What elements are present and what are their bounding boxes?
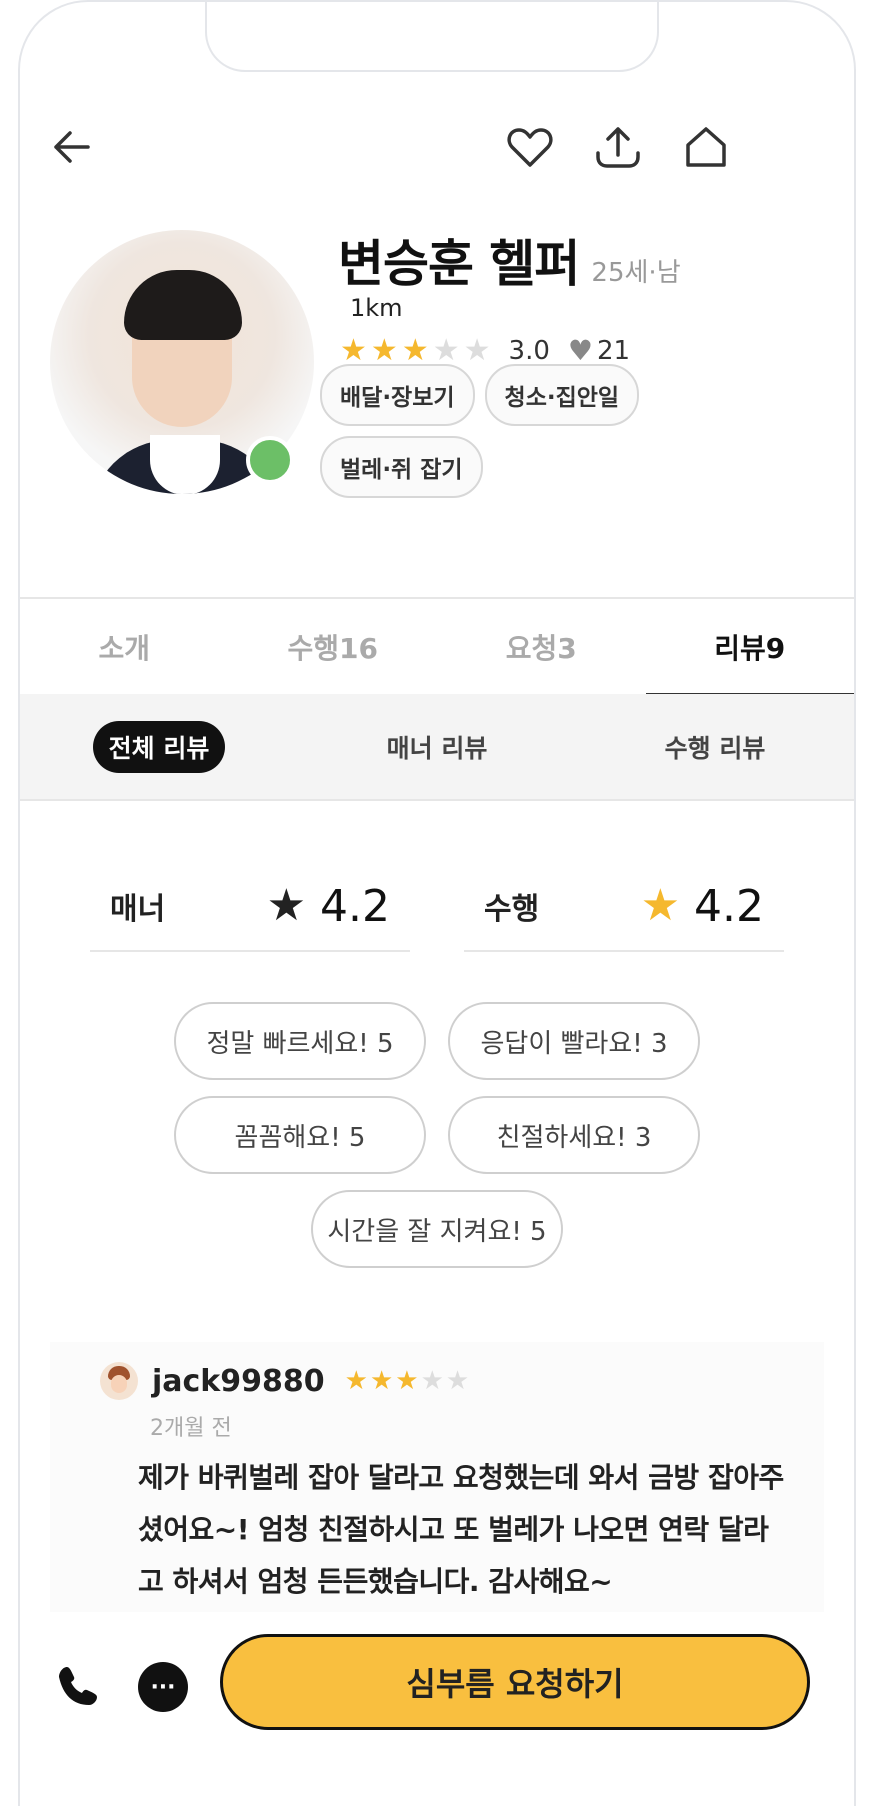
phone-icon bbox=[59, 1667, 97, 1705]
star-icon: ★ bbox=[432, 332, 460, 368]
online-status-dot bbox=[246, 436, 294, 484]
keyword-chip[interactable]: 응답이 빨라요! 3 bbox=[448, 1002, 700, 1080]
service-tags: 배달·장보기 청소·집안일 벌레·쥐 잡기 bbox=[320, 364, 700, 498]
manner-score: 매너 ★ 4.2 bbox=[90, 862, 410, 952]
home-button[interactable] bbox=[676, 117, 736, 177]
call-button[interactable] bbox=[50, 1658, 110, 1718]
score-summary: 매너 ★ 4.2 수행 ★ 4.2 bbox=[90, 862, 784, 952]
heart-icon bbox=[507, 128, 553, 167]
profile-section: 변승훈 헬퍼 25세·남 1km ★ ★ ★ ★ ★ 3.0 ♥ 21 배달·장… bbox=[20, 202, 854, 602]
star-icon: ★ bbox=[266, 880, 307, 931]
like-count: ♥ 21 bbox=[568, 334, 630, 367]
phone-notch bbox=[205, 2, 659, 72]
review-filter-tabs: 전체 리뷰 매너 리뷰 수행 리뷰 bbox=[20, 694, 854, 801]
like-count-value: 21 bbox=[597, 335, 631, 366]
keyword-chips: 정말 빠르세요! 5 응답이 빨라요! 3 꼼꼼해요! 5 친절하세요! 3 시… bbox=[20, 1002, 854, 1268]
manner-score-value: 4.2 bbox=[320, 880, 390, 932]
distance: 1km bbox=[350, 294, 403, 322]
performance-score-value-wrap: ★ 4.2 bbox=[641, 881, 764, 932]
review-text: 제가 바퀴벌레 잡아 달라고 요청했는데 와서 금방 잡아주셨어요~! 엄청 친… bbox=[138, 1461, 784, 1598]
chip-row: 정말 빠르세요! 5 응답이 빨라요! 3 bbox=[174, 1002, 700, 1080]
rating-row: ★ ★ ★ ★ ★ 3.0 ♥ 21 bbox=[340, 334, 630, 367]
phone-frame: 변승훈 헬퍼 25세·남 1km ★ ★ ★ ★ ★ 3.0 ♥ 21 배달·장… bbox=[18, 0, 856, 1806]
star-icon: ★ bbox=[463, 332, 491, 368]
arrow-left-icon bbox=[54, 131, 90, 163]
star-icon: ★ bbox=[370, 332, 398, 368]
performance-score: 수행 ★ 4.2 bbox=[464, 862, 784, 952]
subtab-manner-reviews[interactable]: 매너 리뷰 bbox=[371, 721, 504, 773]
star-icon: ★ bbox=[395, 1366, 419, 1396]
reviewer-id: jack99880 bbox=[152, 1363, 325, 1399]
chat-button[interactable]: ··· bbox=[138, 1662, 188, 1712]
star-icon: ★ bbox=[344, 1366, 368, 1396]
review-rating: ★ ★ ★ ★ ★ bbox=[345, 1368, 470, 1394]
keyword-chip[interactable]: 꼼꼼해요! 5 bbox=[174, 1096, 426, 1174]
star-icon: ★ bbox=[369, 1366, 394, 1396]
share-button[interactable] bbox=[588, 117, 648, 177]
home-icon bbox=[686, 127, 726, 167]
performance-score-label: 수행 bbox=[484, 892, 540, 927]
star-icon: ★ bbox=[445, 1366, 470, 1396]
keyword-chip[interactable]: 시간을 잘 지켜요! 5 bbox=[311, 1190, 563, 1268]
service-tag[interactable]: 청소·집안일 bbox=[484, 364, 640, 426]
service-tag[interactable]: 배달·장보기 bbox=[320, 364, 475, 426]
rating-value: 3.0 bbox=[508, 335, 550, 366]
review-date: 2개월 전 bbox=[150, 1416, 232, 1441]
share-upload-icon bbox=[596, 127, 640, 168]
top-bar bbox=[20, 117, 854, 187]
chip-row: 시간을 잘 지켜요! 5 bbox=[311, 1190, 563, 1268]
subtab-performance-reviews[interactable]: 수행 리뷰 bbox=[649, 721, 782, 773]
heart-filled-icon: ♥ bbox=[567, 334, 593, 367]
star-icon: ★ bbox=[401, 332, 429, 368]
reviewer-avatar bbox=[100, 1362, 138, 1400]
chip-row: 꼼꼼해요! 5 친절하세요! 3 bbox=[174, 1096, 700, 1174]
tab-requests[interactable]: 요청3 bbox=[437, 599, 646, 694]
review-card: jack99880 ★ ★ ★ ★ ★ 2개월 전 제가 바퀴벌레 잡아 달라고… bbox=[50, 1342, 824, 1612]
like-button[interactable] bbox=[500, 117, 560, 177]
manner-score-value-wrap: ★ 4.2 bbox=[267, 881, 390, 932]
helper-name: 변승훈 헬퍼 bbox=[338, 235, 580, 293]
tab-intro[interactable]: 소개 bbox=[20, 599, 229, 694]
keyword-chip[interactable]: 정말 빠르세요! 5 bbox=[174, 1002, 426, 1080]
subtab-all-reviews[interactable]: 전체 리뷰 bbox=[92, 720, 226, 773]
request-errand-button[interactable]: 심부름 요청하기 bbox=[220, 1634, 810, 1730]
keyword-chip[interactable]: 친절하세요! 3 bbox=[448, 1096, 700, 1174]
performance-score-value: 4.2 bbox=[694, 880, 764, 932]
bottom-action-bar: ··· 심부름 요청하기 bbox=[20, 1622, 854, 1806]
service-tag[interactable]: 벌레·쥐 잡기 bbox=[320, 436, 483, 498]
reviewer-info: jack99880 ★ ★ ★ ★ ★ bbox=[100, 1362, 469, 1400]
star-icon: ★ bbox=[640, 880, 681, 931]
manner-score-label: 매너 bbox=[110, 892, 166, 927]
name-line: 변승훈 헬퍼 25세·남 bbox=[338, 224, 681, 296]
tab-performed[interactable]: 수행16 bbox=[229, 599, 438, 694]
age-gender: 25세·남 bbox=[591, 258, 681, 288]
back-button[interactable] bbox=[42, 117, 102, 177]
star-icon: ★ bbox=[420, 1366, 444, 1396]
profile-tabs: 소개 수행16 요청3 리뷰9 bbox=[20, 597, 854, 696]
chat-bubble-icon: ··· bbox=[150, 1674, 176, 1700]
star-icon: ★ bbox=[340, 332, 367, 368]
tab-reviews[interactable]: 리뷰9 bbox=[645, 599, 855, 696]
